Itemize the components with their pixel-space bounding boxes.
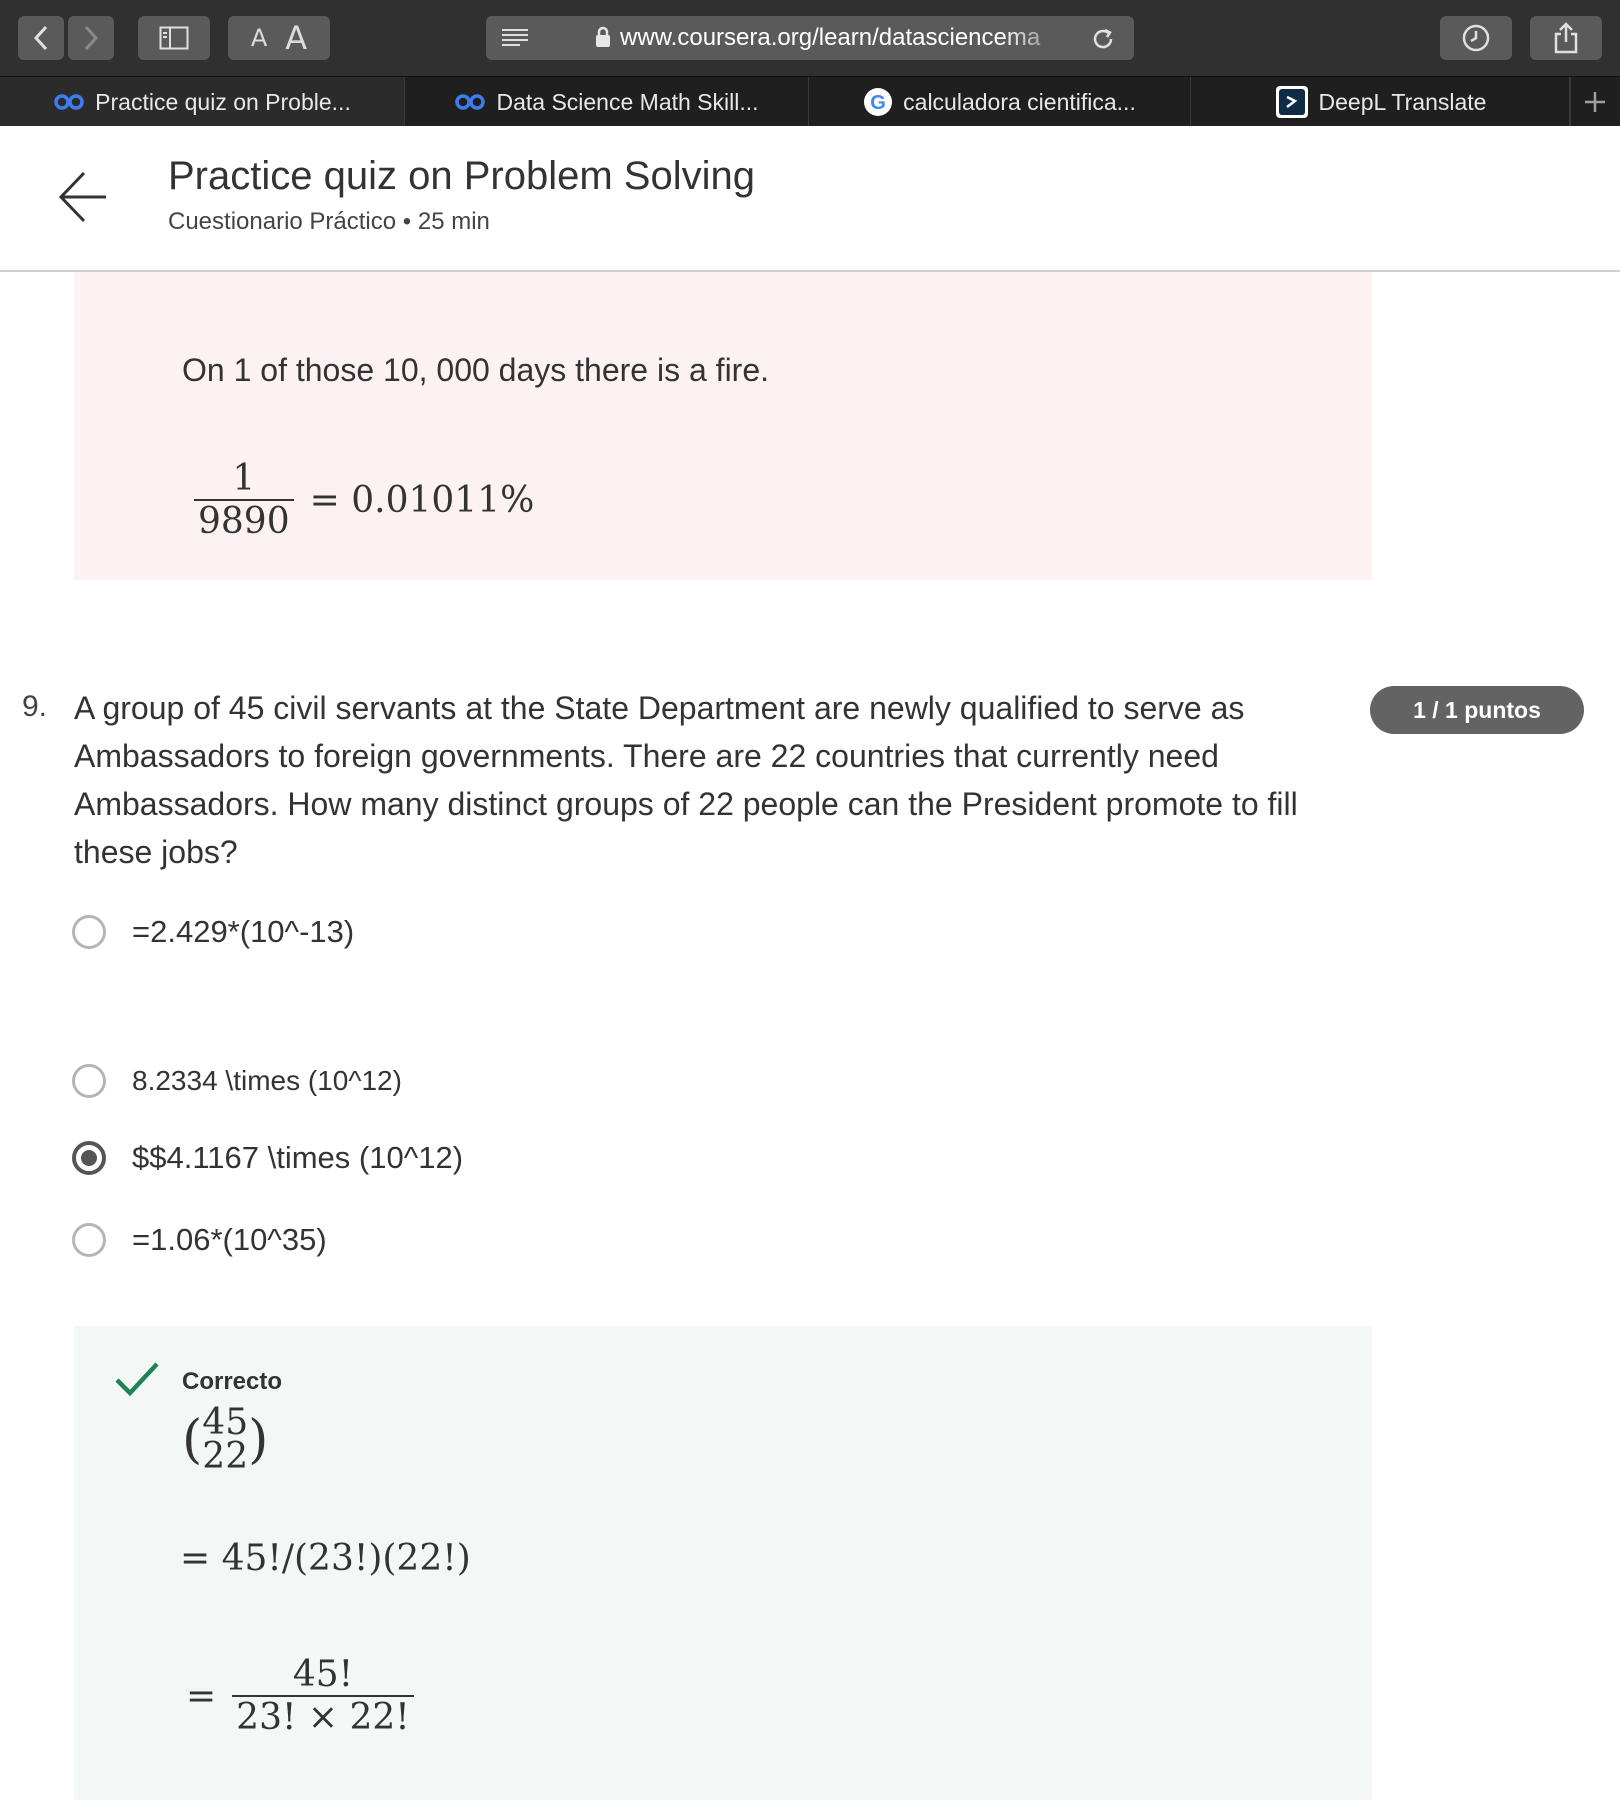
tab-bar: Practice quiz on Proble... Data Science … [0, 76, 1620, 127]
feedback-text: On 1 of those 10, 000 days there is a fi… [182, 352, 770, 388]
quiz-header: Practice quiz on Problem Solving Cuestio… [0, 126, 1620, 272]
back-nav-button[interactable] [18, 16, 64, 60]
tab-deepl[interactable]: DeepL Translate [1191, 77, 1571, 127]
formula-result: = 0.01011% [309, 479, 535, 521]
fraction-denominator: 23! × 22! [232, 1695, 414, 1738]
svg-text:G: G [870, 92, 886, 114]
fraction-denominator: 9890 [194, 499, 294, 542]
tab-practice-quiz[interactable]: Practice quiz on Proble... [0, 77, 405, 127]
binom-top: 45 [202, 1402, 249, 1443]
previous-feedback-box: On 1 of those 10, 000 days there is a fi… [74, 272, 1372, 580]
back-arrow-icon[interactable] [58, 170, 108, 224]
formula-line-2: = 45! 23! × 22! [186, 1654, 414, 1738]
text-size-large: A [285, 19, 308, 57]
new-tab-button[interactable] [1569, 77, 1620, 127]
tab-data-science-math[interactable]: Data Science Math Skill... [405, 77, 809, 127]
address-bar[interactable]: www.coursera.org/learn/datasciencema [486, 16, 1134, 60]
clock-icon [1462, 24, 1490, 52]
text-size-small: A [250, 24, 268, 52]
reload-icon[interactable] [1090, 26, 1116, 52]
reader-text-size-button[interactable]: A A [228, 16, 330, 60]
forward-nav-button[interactable] [68, 16, 114, 60]
option-label: =2.429*(10^-13) [132, 914, 355, 949]
tab-label: calculadora cientifica... [903, 88, 1136, 115]
answer-option-selected[interactable]: $$4.1167 \times (10^12) [72, 1140, 463, 1176]
sidebar-icon [159, 26, 189, 50]
url-text: www.coursera.org/learn/datasciencema [620, 24, 1041, 51]
option-label: 8.2334 \times (10^12) [132, 1065, 402, 1096]
fraction: 1 9890 [194, 458, 294, 542]
url-fade [1002, 16, 1072, 60]
share-button[interactable] [1530, 16, 1602, 60]
answer-option[interactable]: =2.429*(10^-13) [72, 914, 354, 950]
history-button[interactable] [1440, 16, 1512, 60]
chevron-left-icon [33, 25, 48, 51]
tab-label: DeepL Translate [1318, 88, 1487, 115]
question-text: A group of 45 civil servants at the Stat… [74, 690, 1298, 870]
radio-button[interactable] [72, 915, 106, 949]
equals-sign: = [186, 1675, 217, 1717]
formula-line-1: = 45!/(23!)(22!) [180, 1538, 471, 1579]
fraction: 45! 23! × 22! [232, 1654, 414, 1738]
feedback-status: Correcto [182, 1368, 283, 1395]
page-title: Practice quiz on Problem Solving [168, 154, 755, 198]
plus-icon [1585, 92, 1605, 112]
answer-option[interactable]: =1.06*(10^35) [72, 1222, 327, 1258]
share-icon [1554, 22, 1578, 54]
binomial-stack: 45 22 [202, 1402, 249, 1477]
browser-toolbar: A A www.coursera.org/learn/datasciencema [0, 0, 1620, 76]
points-badge: 1 / 1 puntos [1370, 686, 1584, 734]
tab-label: Data Science Math Skill... [496, 88, 759, 115]
right-paren: ) [248, 1410, 269, 1470]
option-label: =1.06*(10^35) [132, 1222, 327, 1257]
fraction-numerator: 45! [292, 1654, 354, 1695]
tab-label: Practice quiz on Proble... [95, 88, 351, 115]
binom-bottom: 22 [202, 1436, 249, 1477]
radio-button-selected[interactable] [72, 1141, 106, 1175]
lock-icon [596, 26, 610, 47]
tab-calculadora[interactable]: G calculadora cientifica... [809, 77, 1191, 127]
correct-feedback-box: Correcto ( 45 22 ) = 45!/(23!)(22!) = 45… [74, 1326, 1372, 1800]
google-icon: G [863, 87, 893, 117]
left-paren: ( [182, 1410, 203, 1470]
checkmark-icon [115, 1362, 159, 1397]
question-number: 9. [22, 690, 48, 723]
binomial-coefficient: ( 45 22 ) [182, 1402, 269, 1477]
coursera-icon [53, 94, 85, 110]
radio-button[interactable] [72, 1064, 106, 1098]
option-label: $$4.1167 \times (10^12) [132, 1140, 464, 1175]
deepl-icon [1275, 85, 1309, 119]
feedback-formula: 1 9890 = 0.01011% [194, 458, 534, 542]
coursera-icon [454, 94, 486, 110]
reader-mode-icon [502, 29, 528, 46]
sidebar-toggle-button[interactable] [138, 16, 210, 60]
answer-option[interactable]: 8.2334 \times (10^12) [72, 1064, 402, 1098]
chevron-right-icon [84, 25, 99, 51]
radio-button[interactable] [72, 1223, 106, 1257]
fraction-numerator: 1 [232, 458, 256, 499]
page-subtitle: Cuestionario Práctico • 25 min [168, 208, 490, 235]
